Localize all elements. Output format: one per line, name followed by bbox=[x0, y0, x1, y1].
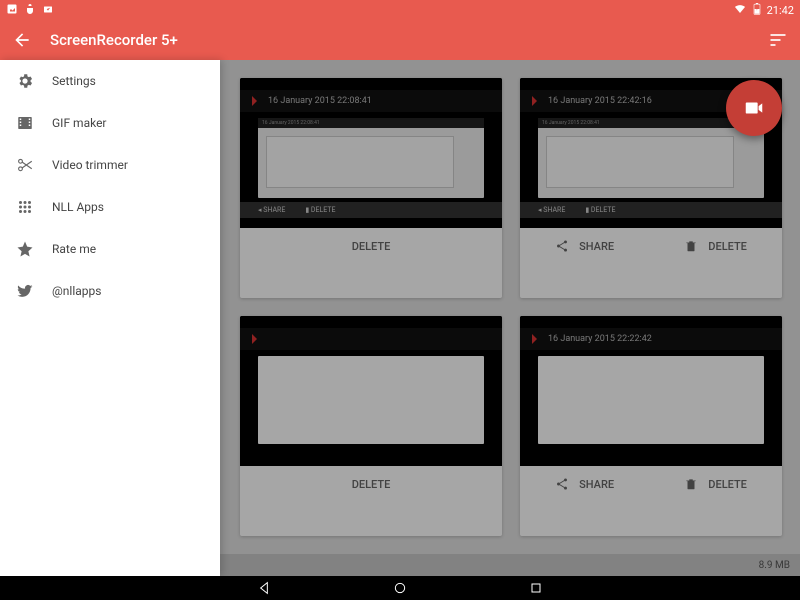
film-icon bbox=[16, 114, 34, 132]
drawer-twitter[interactable]: @nllapps bbox=[0, 270, 220, 312]
apps-icon bbox=[16, 198, 34, 216]
drawer-item-label: @nllapps bbox=[52, 284, 101, 298]
drawer-item-label: NLL Apps bbox=[52, 200, 104, 214]
drawer-item-label: Video trimmer bbox=[52, 158, 128, 172]
drawer-nll-apps[interactable]: NLL Apps bbox=[0, 186, 220, 228]
briefcase-icon bbox=[42, 3, 54, 18]
star-icon bbox=[16, 240, 34, 258]
nav-recent-icon[interactable] bbox=[528, 580, 544, 596]
content-area: 16 January 2015 22:08:41 16 January 2015… bbox=[0, 60, 800, 576]
drawer-item-label: Settings bbox=[52, 74, 96, 88]
status-time: 21:42 bbox=[767, 4, 794, 17]
settings-icon bbox=[16, 72, 34, 90]
battery-icon bbox=[753, 3, 761, 18]
drawer-settings[interactable]: Settings bbox=[0, 60, 220, 102]
nav-home-icon[interactable] bbox=[392, 580, 408, 596]
app-title: ScreenRecorder 5+ bbox=[50, 31, 750, 49]
navigation-drawer: Settings GIF maker Video trimmer NLL App… bbox=[0, 60, 220, 576]
drawer-video-trimmer[interactable]: Video trimmer bbox=[0, 144, 220, 186]
record-fab[interactable] bbox=[726, 80, 782, 136]
wifi-icon bbox=[733, 3, 747, 18]
drawer-item-label: Rate me bbox=[52, 242, 96, 256]
bug-icon bbox=[24, 3, 36, 18]
drawer-rate-me[interactable]: Rate me bbox=[0, 228, 220, 270]
back-icon[interactable] bbox=[12, 30, 32, 50]
system-nav-bar bbox=[0, 576, 800, 600]
nav-back-icon[interactable] bbox=[256, 580, 272, 596]
app-toolbar: ScreenRecorder 5+ bbox=[0, 20, 800, 60]
drawer-gif-maker[interactable]: GIF maker bbox=[0, 102, 220, 144]
twitter-icon bbox=[16, 282, 34, 300]
sort-icon[interactable] bbox=[768, 30, 788, 50]
drawer-item-label: GIF maker bbox=[52, 116, 107, 130]
status-bar: 21:42 bbox=[0, 0, 800, 20]
image-icon bbox=[6, 3, 18, 18]
video-camera-icon bbox=[743, 97, 765, 119]
scissors-icon bbox=[16, 156, 34, 174]
